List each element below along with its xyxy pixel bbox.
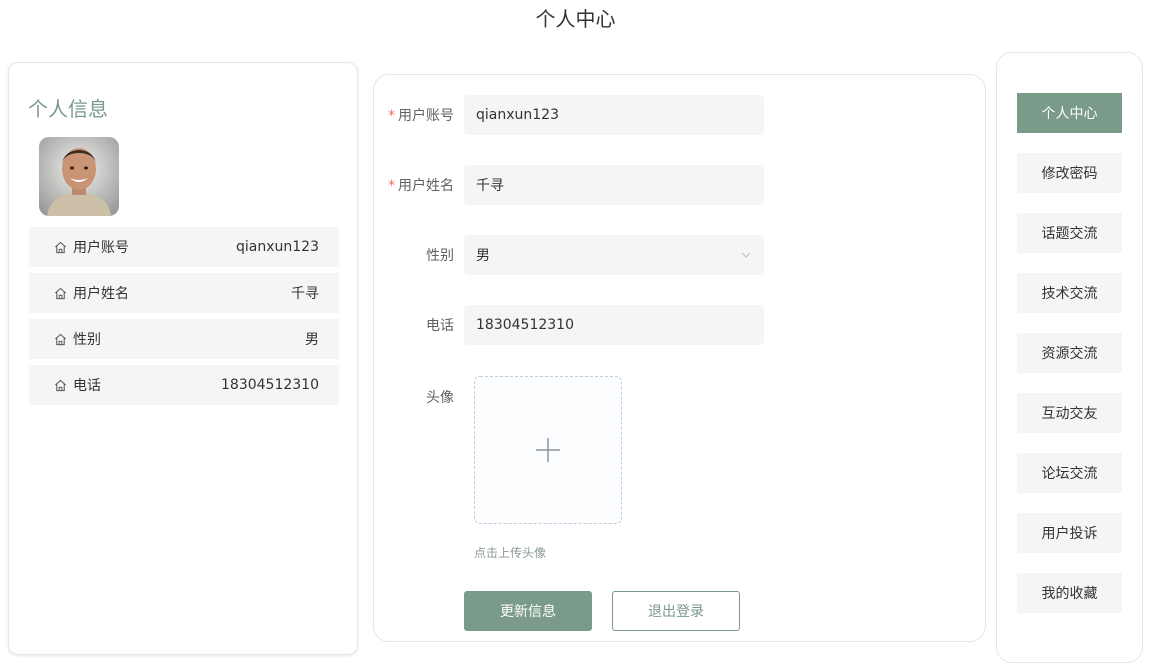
menu-item-tech[interactable]: 技术交流: [1017, 273, 1122, 313]
name-input[interactable]: 千寻: [464, 165, 764, 205]
home-icon: [55, 241, 66, 253]
form-row-account: * 用户账号 qianxun123: [374, 95, 764, 135]
gender-label: 性别: [426, 248, 454, 264]
avatar-uploader[interactable]: [474, 376, 622, 524]
form-row-name: * 用户姓名 千寻: [374, 165, 764, 205]
info-value: qianxun123: [236, 239, 319, 255]
profile-card: 个人信息 用户账号 qianxun123 用户姓名 千寻 性别 男 电话 183…: [8, 62, 358, 655]
info-label: 用户姓名: [73, 286, 129, 302]
name-label: * 用户姓名: [388, 178, 454, 194]
required-mark: *: [388, 108, 395, 124]
info-value: 千寻: [291, 286, 319, 302]
account-input[interactable]: qianxun123: [464, 95, 764, 135]
form-row-gender: 性别 男: [374, 235, 764, 275]
info-row-phone: 电话 18304512310: [29, 365, 339, 405]
profile-card-title: 个人信息: [28, 97, 108, 121]
info-row-gender: 性别 男: [29, 319, 339, 359]
menu-item-favorites[interactable]: 我的收藏: [1017, 573, 1122, 613]
home-icon: [55, 333, 66, 345]
avatar: [39, 137, 119, 216]
upload-hint: 点击上传头像: [474, 546, 547, 560]
form-row-phone: 电话 18304512310: [374, 305, 764, 345]
menu-item-topics[interactable]: 话题交流: [1017, 213, 1122, 253]
side-menu: 个人中心 修改密码 话题交流 技术交流 资源交流 互动交友 论坛交流 用户投诉 …: [996, 52, 1143, 663]
gender-select-value: 男: [476, 248, 490, 264]
info-row-name: 用户姓名 千寻: [29, 273, 339, 313]
menu-item-profile[interactable]: 个人中心: [1017, 93, 1122, 133]
profile-info-list: 用户账号 qianxun123 用户姓名 千寻 性别 男 电话 18304512…: [29, 227, 339, 411]
menu-item-forum[interactable]: 论坛交流: [1017, 453, 1122, 493]
account-label: * 用户账号: [388, 108, 454, 124]
info-row-account: 用户账号 qianxun123: [29, 227, 339, 267]
menu-item-friends[interactable]: 互动交友: [1017, 393, 1122, 433]
info-label: 性别: [73, 332, 101, 348]
phone-input[interactable]: 18304512310: [464, 305, 764, 345]
phone-label: 电话: [426, 318, 454, 334]
profile-edit-form: * 用户账号 qianxun123 * 用户姓名 千寻 性别 男 电话 183045…: [373, 74, 986, 642]
plus-icon: [536, 438, 560, 462]
home-icon: [55, 379, 66, 391]
home-icon: [55, 287, 66, 299]
info-label: 电话: [73, 378, 101, 394]
menu-item-complaints[interactable]: 用户投诉: [1017, 513, 1122, 553]
chevron-down-icon: [741, 252, 751, 258]
logout-button[interactable]: 退出登录: [612, 591, 740, 631]
avatar-label: 头像: [426, 390, 454, 406]
menu-item-resources[interactable]: 资源交流: [1017, 333, 1122, 373]
required-mark: *: [388, 178, 395, 194]
info-value: 男: [305, 332, 319, 348]
info-label: 用户账号: [73, 240, 129, 256]
info-value: 18304512310: [221, 377, 319, 393]
update-info-button[interactable]: 更新信息: [464, 591, 592, 631]
menu-item-change-password[interactable]: 修改密码: [1017, 153, 1122, 193]
page-title: 个人中心: [535, 7, 616, 31]
gender-select[interactable]: 男: [464, 235, 764, 275]
